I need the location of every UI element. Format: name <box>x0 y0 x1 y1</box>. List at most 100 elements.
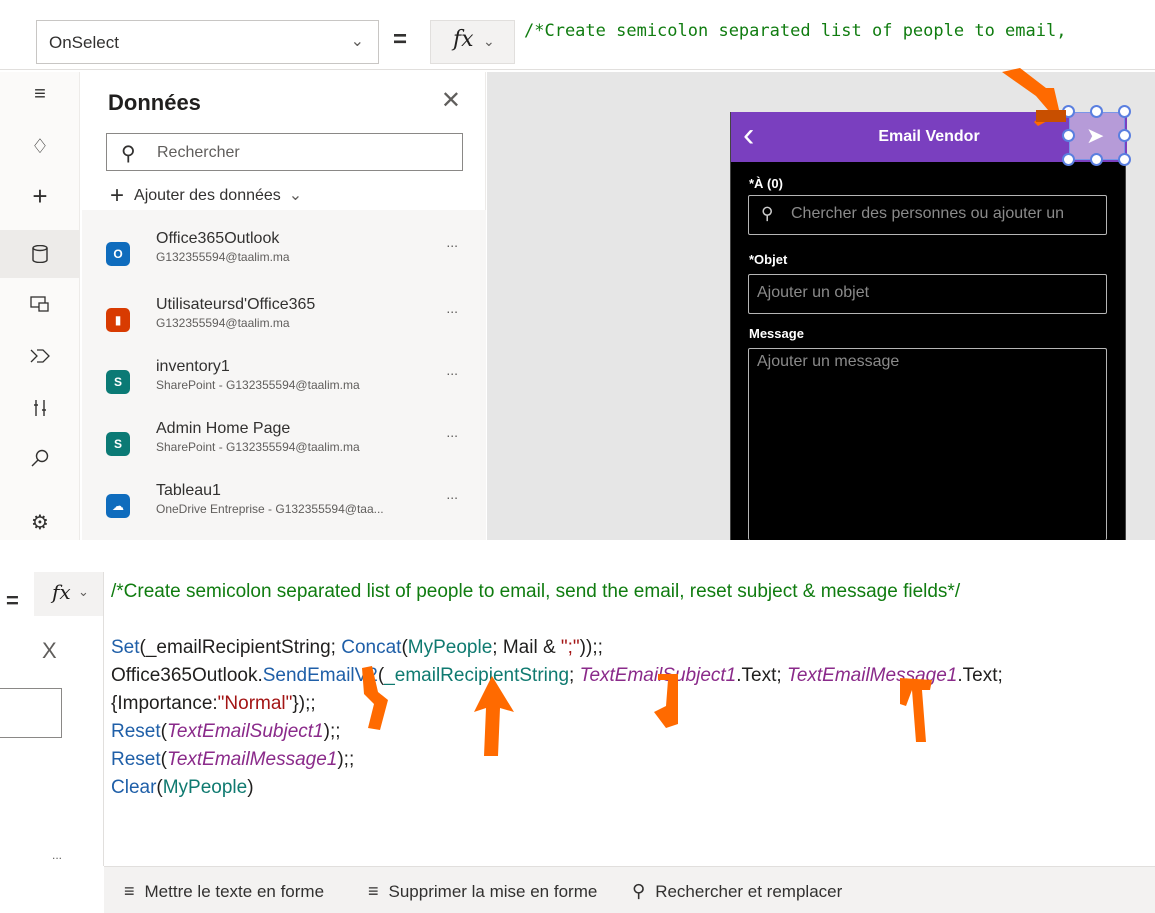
annotation-arrow-icon <box>474 676 514 756</box>
add-data-label: Ajouter des données <box>134 187 281 204</box>
code-function: Set <box>111 637 140 658</box>
power-automate-icon[interactable] <box>22 338 58 374</box>
code-string: "Normal" <box>217 693 293 714</box>
fx-button[interactable]: fx ⌄ <box>34 572 104 616</box>
more-options-icon[interactable]: ... <box>446 300 458 316</box>
more-options-icon[interactable]: ... <box>446 486 458 502</box>
resize-handle[interactable] <box>1090 153 1103 166</box>
tools-icon[interactable] <box>22 390 58 426</box>
data-source-item[interactable]: S Admin Home Page SharePoint - G13235559… <box>82 418 486 480</box>
sharepoint-icon: S <box>106 370 130 394</box>
left-nav: ≡ ♢ + ⚙ <box>0 72 80 540</box>
search-icon: ⚲ <box>761 204 774 223</box>
message-input[interactable]: Ajouter un message <box>748 348 1107 540</box>
to-label: *À (0) <box>749 176 783 191</box>
tools-icon-svg <box>34 400 46 416</box>
top-screenshot: OnSelect ⌄ = fx ⌄ /*Create semicolon sep… <box>0 0 1155 540</box>
search-icon: ⚲ <box>121 143 136 165</box>
data-source-item[interactable]: S inventory1 SharePoint - G132355594@taa… <box>82 356 486 418</box>
plus-icon[interactable]: + <box>22 178 58 214</box>
data-panel: Données ✕ ⚲ Rechercher + Ajouter des donn… <box>82 72 486 540</box>
format-text-label: Mettre le texte en forme <box>144 882 325 901</box>
resize-handle[interactable] <box>1090 105 1103 118</box>
settings-gear-icon[interactable]: ⚙ <box>22 504 58 540</box>
remove-format-icon: ≡ <box>368 881 379 901</box>
resize-handle[interactable] <box>1118 129 1131 142</box>
subject-input[interactable]: Ajouter un objet <box>748 274 1107 314</box>
data-source-account: SharePoint - G132355594@taalim.ma <box>156 378 360 392</box>
database-icon[interactable] <box>0 230 80 278</box>
data-source-account: G132355594@taalim.ma <box>156 250 290 264</box>
find-replace-label: Rechercher et remplacer <box>655 882 843 901</box>
panel-edge: X ... <box>0 616 104 866</box>
code-line: Office365Outlook.SendEmailV2(_emailRecip… <box>111 662 1003 690</box>
find-replace-button[interactable]: ⚲ Rechercher et remplacer <box>632 881 842 902</box>
search-icon[interactable] <box>22 440 58 476</box>
formula-editor[interactable]: /*Create semicolon separated list of peo… <box>111 578 1003 802</box>
property-dropdown-value: OnSelect <box>49 33 119 52</box>
people-picker-input[interactable]: ⚲ Chercher des personnes ou ajouter un <box>748 195 1107 235</box>
layers-icon[interactable]: ♢ <box>22 128 58 164</box>
fx-icon: fx <box>453 27 474 52</box>
code-datasource: MyPeople <box>162 777 248 798</box>
data-source-item[interactable]: ▮ Utilisateursd'Office365 G132355594@taa… <box>82 294 486 356</box>
fx-icon: fx <box>52 580 71 604</box>
hamburger-menu-icon[interactable]: ≡ <box>22 76 58 112</box>
code-text: .Text; <box>957 665 1003 686</box>
resize-handle[interactable] <box>1062 129 1075 142</box>
more-options-icon[interactable]: ... <box>446 362 458 378</box>
equals-sign: = <box>393 26 408 53</box>
format-text-icon: ≡ <box>124 881 135 901</box>
resize-handle[interactable] <box>1118 153 1131 166</box>
code-text: ; <box>569 665 580 686</box>
data-source-item[interactable]: O Office365Outlook G132355594@taalim.ma … <box>82 228 486 290</box>
add-data-button[interactable]: + Ajouter des données ⌄ <box>110 182 302 210</box>
code-line: Set(_emailRecipientString; Concat(MyPeop… <box>111 634 1003 662</box>
subject-label: *Objet <box>749 252 788 267</box>
more-options-icon[interactable]: ... <box>446 424 458 440</box>
formula-toolbar: ≡ Mettre le texte en forme ≡ Supprimer la … <box>104 866 1155 913</box>
formula-input[interactable]: /*Create semicolon separated list of peo… <box>524 21 1066 41</box>
data-search-input[interactable]: ⚲ Rechercher <box>106 133 463 171</box>
data-source-name: Admin Home Page <box>156 420 291 437</box>
message-placeholder: Ajouter un message <box>757 353 900 370</box>
property-dropdown[interactable]: OnSelect ⌄ <box>36 20 379 64</box>
code-text: .Text; <box>736 665 787 686</box>
annotation-arrow-icon <box>1002 68 1066 126</box>
data-panel-title: Données <box>108 90 201 115</box>
fx-button[interactable]: fx ⌄ <box>430 20 515 64</box>
code-text: ) <box>247 777 254 798</box>
resize-handle[interactable] <box>1062 153 1075 166</box>
close-icon[interactable]: X <box>42 638 57 664</box>
code-line: Reset(TextEmailMessage1);; <box>111 746 1003 774</box>
code-line-empty: ​ <box>111 606 1003 634</box>
resize-handle[interactable] <box>1118 105 1131 118</box>
office-icon: ▮ <box>106 308 130 332</box>
annotation-arrow-icon <box>900 678 932 742</box>
code-comment: /*Create semicolon separated list of peo… <box>111 581 961 602</box>
code-text: ));; <box>579 637 603 658</box>
close-icon[interactable]: ✕ <box>441 86 461 115</box>
equals-sign: = <box>6 588 19 613</box>
search-input[interactable] <box>0 688 62 738</box>
code-function: Reset <box>111 721 161 742</box>
message-label: Message <box>749 326 804 341</box>
annotation-arrow-icon <box>654 674 678 728</box>
remove-format-button[interactable]: ≡ Supprimer la mise en forme <box>368 881 597 902</box>
formula-bar: OnSelect ⌄ = fx ⌄ /*Create semicolon sep… <box>0 0 1155 70</box>
data-source-item[interactable]: ☁ Tableau1 OneDrive Entreprise - G132355… <box>82 480 486 540</box>
format-text-button[interactable]: ≡ Mettre le texte en forme <box>124 881 324 902</box>
code-text: });; <box>292 693 316 714</box>
subject-placeholder: Ajouter un objet <box>757 284 870 301</box>
data-source-account: SharePoint - G132355594@taalim.ma <box>156 440 360 454</box>
more-options-icon[interactable]: ... <box>52 848 62 862</box>
code-line: {Importance:"Normal"});; <box>111 690 1003 718</box>
code-line: Reset(TextEmailSubject1);; <box>111 718 1003 746</box>
sharepoint-icon: S <box>106 432 130 456</box>
code-text: (_emailRecipientString; <box>139 637 342 658</box>
data-source-account: OneDrive Entreprise - G132355594@taa... <box>156 502 384 516</box>
code-line: Clear(MyPeople) <box>111 774 1003 802</box>
media-icon[interactable] <box>22 286 58 322</box>
more-options-icon[interactable]: ... <box>446 234 458 250</box>
code-function: Clear <box>111 777 157 798</box>
